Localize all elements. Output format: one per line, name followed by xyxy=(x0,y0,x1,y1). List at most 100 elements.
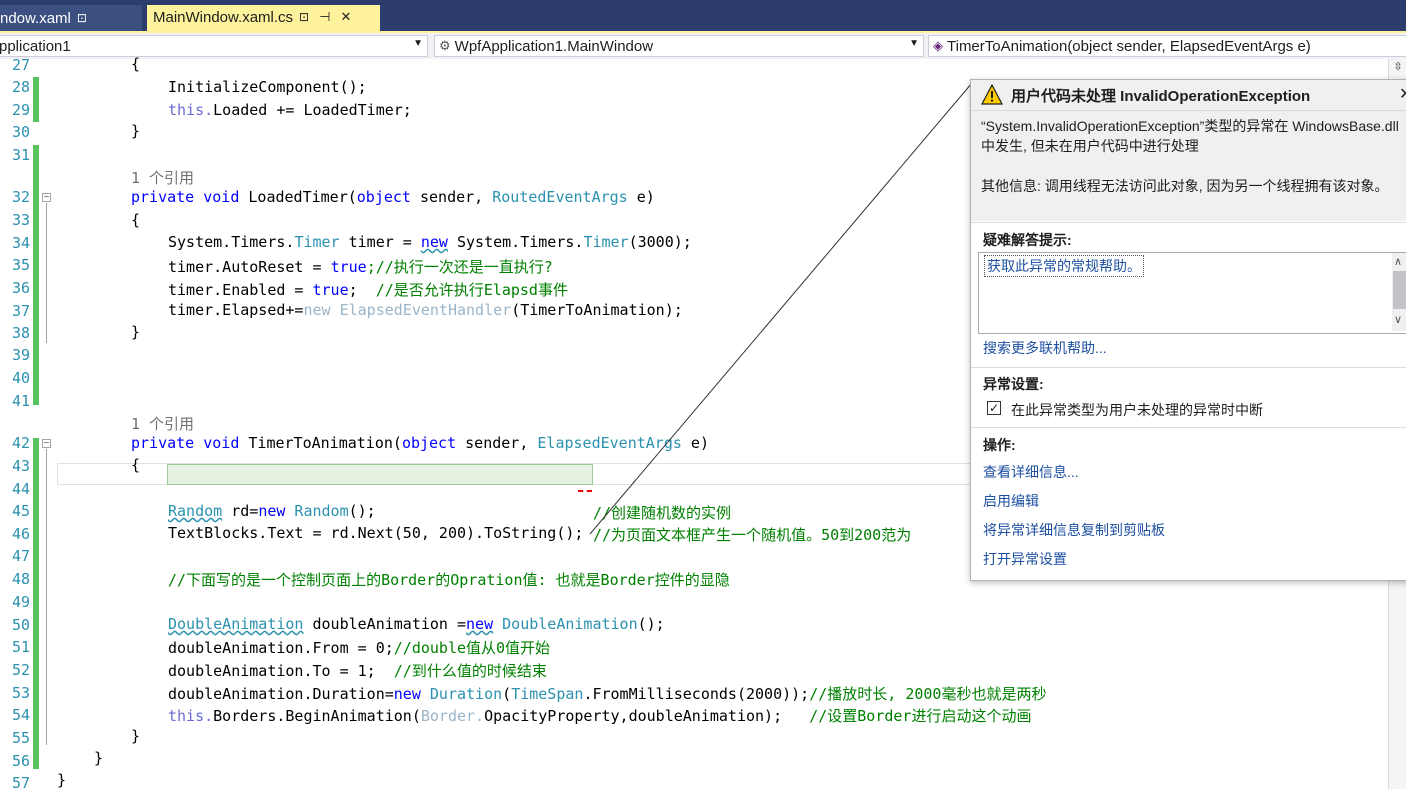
close-icon[interactable]: ✕ xyxy=(1399,84,1406,104)
tips-scrollbar[interactable]: ∧ ∨ xyxy=(1392,253,1406,331)
change-marker xyxy=(33,438,39,769)
code-line-43[interactable]: { xyxy=(131,456,140,474)
chevron-down-icon[interactable]: ▼ xyxy=(413,38,423,49)
line-number: 56 xyxy=(11,752,30,770)
codelens-reference[interactable]: 1 个引用 xyxy=(131,167,194,188)
code-line-38[interactable]: } xyxy=(131,323,140,341)
change-marker xyxy=(33,77,39,122)
code-line-46[interactable]: TextBlocks.Text = rd.Next(50, 200).ToStr… xyxy=(168,524,583,542)
copy-exception-detail-link[interactable]: 将异常详细信息复制到剪贴板 xyxy=(983,520,1165,540)
search-online-help-link[interactable]: 搜索更多联机帮助... xyxy=(983,338,1107,358)
exception-helper: 用户代码未处理 InvalidOperationException ✕ “Sys… xyxy=(970,79,1406,581)
open-exception-settings-link[interactable]: 打开异常设置 xyxy=(983,549,1067,569)
line-number-gutter: 27 28 29 30 31 32 33 34 35 36 37 38 39 40 41 42 43 44 45 46… xyxy=(0,56,34,792)
code-line-29[interactable]: this.Loaded += LoadedTimer; xyxy=(168,101,412,119)
line-number: 36 xyxy=(11,279,30,297)
line-number: 49 xyxy=(11,593,30,611)
line-number: 29 xyxy=(11,101,30,119)
exception-message: “System.InvalidOperationException”类型的异常在… xyxy=(981,118,1399,154)
code-line-34[interactable]: System.Timers.Timer timer = new System.T… xyxy=(168,233,692,251)
exception-additional-info: 其他信息: 调用线程无法访问此对象, 因为另一个线程拥有该对象。 xyxy=(981,178,1389,194)
class-dropdown[interactable]: ⚙ WpfApplication1.MainWindow ▼ xyxy=(434,35,924,57)
tips-heading: 疑难解答提示: xyxy=(983,232,1072,248)
code-line-52[interactable]: doubleAnimation.To = 1; //到什么值的时候结束 xyxy=(168,660,547,681)
code-line-55[interactable]: } xyxy=(131,727,140,745)
code-line-35[interactable]: timer.AutoReset = true;//执行一次还是一直执行? xyxy=(168,256,553,277)
codelens-reference[interactable]: 1 个引用 xyxy=(131,413,194,434)
code-line-33[interactable]: { xyxy=(131,211,140,229)
pin-icon[interactable]: ⊡ xyxy=(77,11,87,25)
code-line-30[interactable]: } xyxy=(131,122,140,140)
line-number: 57 xyxy=(11,774,30,792)
document-tab-bar: ndow.xaml ⊡ MainWindow.xaml.cs ⊡ ⊣ ✕ xyxy=(0,0,1406,33)
line-number: 33 xyxy=(11,211,30,229)
code-line-27[interactable]: { xyxy=(131,55,140,73)
scroll-down-icon[interactable]: ∨ xyxy=(1394,313,1402,326)
exception-statement-highlight xyxy=(167,464,593,485)
code-line-48[interactable]: //下面写的是一个控制页面上的Border的Opration值: 也就是Bord… xyxy=(168,569,730,590)
tab-label: MainWindow.xaml.cs xyxy=(153,8,294,26)
code-comment-46[interactable]: //为页面文本框产生一个随机值。50到200范为 xyxy=(593,524,911,545)
chevron-down-icon[interactable]: ▼ xyxy=(909,38,919,49)
enable-editing-link[interactable]: 启用编辑 xyxy=(983,491,1039,511)
line-number: 48 xyxy=(11,570,30,588)
line-number: 46 xyxy=(11,525,30,543)
code-line-36[interactable]: timer.Enabled = true; //是否允许执行Elapsd事件 xyxy=(168,279,568,300)
project-dropdown[interactable]: pplication1 ▼ xyxy=(0,35,428,57)
code-line-53[interactable]: doubleAnimation.Duration=new Duration(Ti… xyxy=(168,683,1046,704)
line-number: 43 xyxy=(11,457,30,475)
member-dropdown[interactable]: ◈ TimerToAnimation(object sender, Elapse… xyxy=(928,35,1406,57)
line-number: 32 xyxy=(11,188,30,206)
line-number: 39 xyxy=(11,346,30,364)
change-marker xyxy=(33,145,39,405)
code-line-32[interactable]: private void LoadedTimer(object sender, … xyxy=(131,188,655,206)
outline-guide xyxy=(46,203,47,343)
code-line-56[interactable]: } xyxy=(94,749,103,767)
close-icon[interactable]: ✕ xyxy=(340,9,351,25)
collapse-icon[interactable]: − xyxy=(42,193,51,203)
tab-label: ndow.xaml xyxy=(0,9,71,27)
pin-icon[interactable]: ⊡ xyxy=(299,10,309,24)
line-number: 42 xyxy=(11,434,30,452)
code-line-45[interactable]: Random rd=new Random(); xyxy=(168,502,376,520)
member-name: TimerToAnimation(object sender, ElapsedE… xyxy=(947,37,1311,55)
line-number: 55 xyxy=(11,729,30,747)
line-number: 53 xyxy=(11,684,30,702)
line-number: 41 xyxy=(11,392,30,410)
settings-heading: 异常设置: xyxy=(983,376,1044,392)
warning-icon xyxy=(981,84,1003,105)
split-editor-icon[interactable]: ⇳ xyxy=(1391,60,1405,76)
code-line-42[interactable]: private void TimerToAnimation(object sen… xyxy=(131,434,709,452)
break-on-exception-label[interactable]: 在此异常类型为用户未处理的异常时中断 xyxy=(1011,400,1263,420)
break-on-exception-checkbox[interactable]: ✓ xyxy=(987,401,1001,415)
view-detail-link[interactable]: 查看详细信息... xyxy=(983,462,1079,482)
class-name: WpfApplication1.MainWindow xyxy=(454,37,654,55)
tab-mainwindow-xaml[interactable]: ndow.xaml ⊡ xyxy=(0,5,142,31)
outline-guide xyxy=(46,449,47,745)
line-number: 28 xyxy=(11,78,30,96)
line-number: 52 xyxy=(11,661,30,679)
line-number: 27 xyxy=(11,56,30,74)
code-line-54[interactable]: this.Borders.BeginAnimation(Border.Opaci… xyxy=(168,705,1031,726)
tab-mainwindow-xaml-cs[interactable]: MainWindow.xaml.cs ⊡ ⊣ ✕ xyxy=(147,5,380,31)
scroll-thumb[interactable] xyxy=(1393,271,1406,309)
dock-icon[interactable]: ⊣ xyxy=(319,9,330,25)
code-comment-45[interactable]: //创建随机数的实例 xyxy=(593,502,731,523)
code-line-50[interactable]: DoubleAnimation doubleAnimation =new Dou… xyxy=(168,615,665,633)
collapse-icon[interactable]: − xyxy=(42,439,51,449)
line-number: 45 xyxy=(11,502,30,520)
code-line-57[interactable]: } xyxy=(57,771,66,789)
code-line-51[interactable]: doubleAnimation.From = 0;//double值从0值开始 xyxy=(168,637,550,658)
code-line-28[interactable]: InitializeComponent(); xyxy=(168,78,367,96)
line-number: 34 xyxy=(11,234,30,252)
project-name: pplication1 xyxy=(0,37,71,55)
general-help-link[interactable]: 获取此异常的常规帮助。 xyxy=(984,255,1144,277)
scroll-up-icon[interactable]: ∧ xyxy=(1394,255,1402,268)
line-number: 31 xyxy=(11,146,30,164)
code-line-37[interactable]: timer.Elapsed+=new ElapsedEventHandler(T… xyxy=(168,301,683,319)
line-number: 38 xyxy=(11,324,30,342)
exception-header: 用户代码未处理 InvalidOperationException ✕ xyxy=(971,80,1406,111)
line-number: 37 xyxy=(11,302,30,320)
class-icon: ⚙ xyxy=(439,38,451,53)
line-number: 50 xyxy=(11,616,30,634)
